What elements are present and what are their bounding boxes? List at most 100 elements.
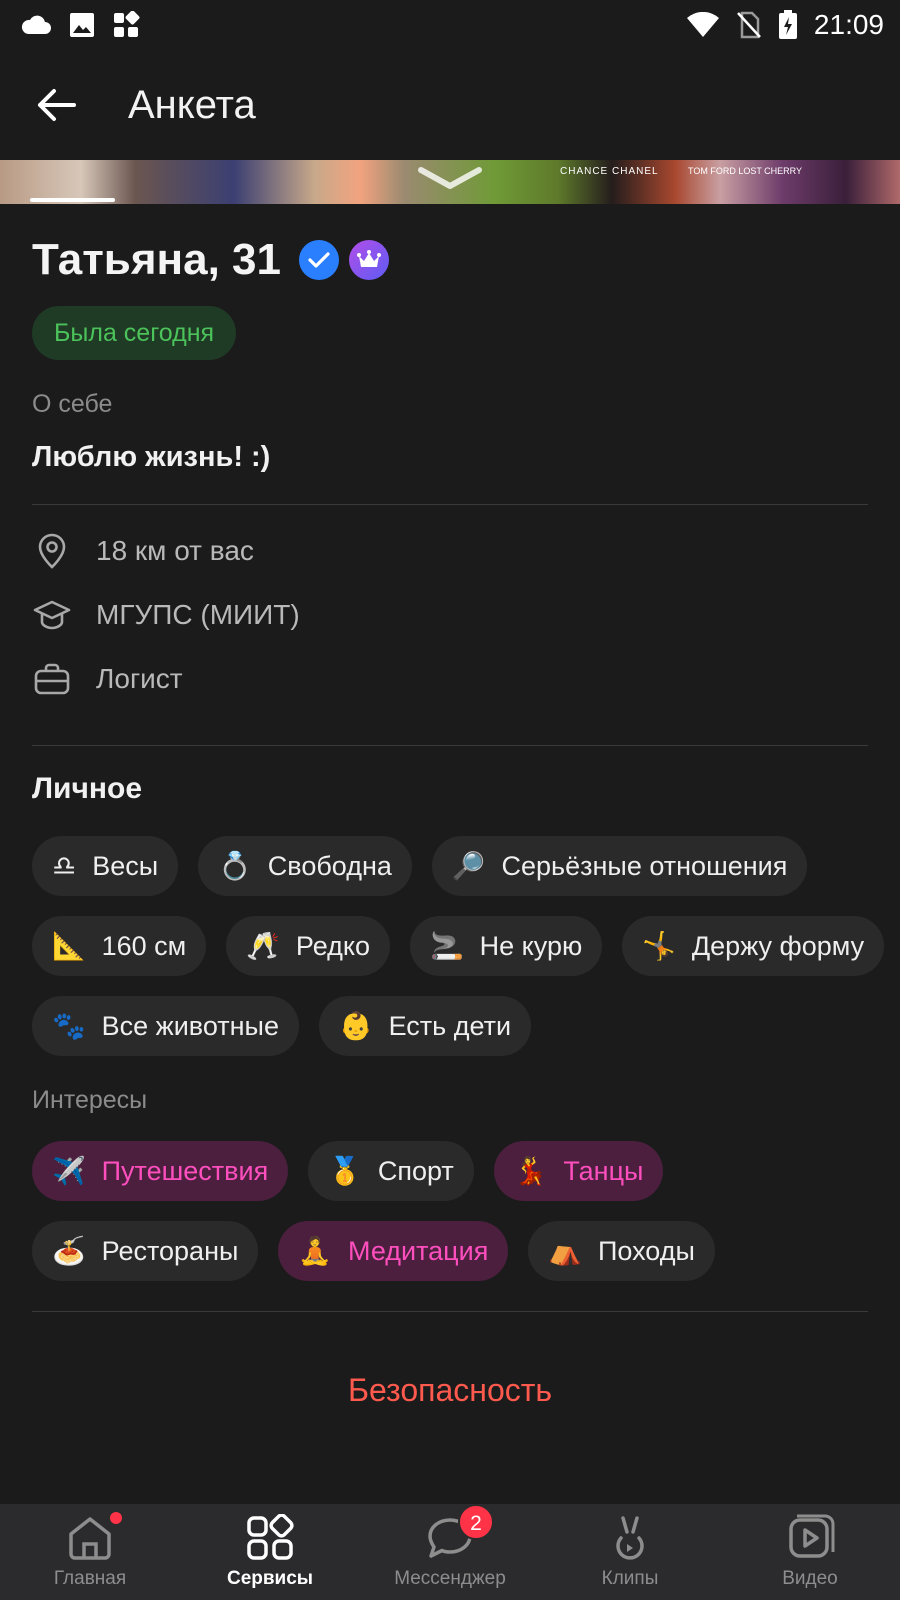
chip-alcohol[interactable]: 🥂 Редко [226, 916, 391, 976]
tab-label: Сервисы [226, 1568, 314, 1589]
clips-icon [616, 1516, 644, 1560]
online-status-badge: Была сегодня [32, 306, 237, 360]
verified-check-icon[interactable] [298, 240, 339, 280]
tab-label: Главная [53, 1568, 127, 1589]
personal-chips: ♎ Весы 💍 Свободна 🔎 Серьёзные отношения 📐 16… [32, 836, 892, 1056]
chip-fitness[interactable]: 🤸 Держу форму [622, 916, 885, 976]
chip-interest-sport[interactable]: 🥇 Спорт [308, 1141, 474, 1201]
chip-label: Редко [295, 930, 371, 961]
back-button[interactable] [26, 75, 86, 135]
graduation-cap-icon [32, 599, 72, 631]
magnifier-icon: 🔎 [451, 851, 486, 882]
divider [32, 504, 868, 505]
chip-label: Свободна [267, 850, 392, 881]
chip-children[interactable]: 👶 Есть дети [318, 996, 532, 1056]
name-row: Татьяна, 31 [32, 232, 868, 288]
video-icon [789, 1514, 835, 1558]
chevron-down-icon[interactable] [415, 164, 485, 194]
chip-label: Весы [92, 850, 159, 881]
tab-messenger[interactable]: 2 Мессенджер [360, 1504, 540, 1600]
status-bar: 21:09 [0, 0, 900, 50]
medal-icon: 🥇 [328, 1156, 362, 1187]
chip-looking-for[interactable]: 🔎 Серьёзные отношения [431, 836, 808, 896]
divider [32, 1311, 868, 1312]
info-row-education: МГУПС (МИИТ) [32, 583, 868, 647]
tab-label: Клипы [601, 1568, 659, 1589]
chip-label: Путешествия [101, 1155, 269, 1186]
chip-interest-travel[interactable]: ✈️ Путешествия [32, 1141, 289, 1201]
image-icon [68, 11, 96, 39]
briefcase-icon [32, 663, 72, 695]
photo-progress-indicator [30, 198, 115, 202]
chip-label: Медитация [348, 1235, 489, 1266]
ring-icon: 💍 [218, 851, 252, 882]
info-row-distance: 18 км от вас [32, 519, 868, 583]
baby-icon: 👶 [338, 1011, 373, 1042]
photo-brand-text-2: TOM FORD LOST CHERRY [688, 166, 803, 176]
info-text: Логист [96, 663, 183, 694]
battery-charging-icon [778, 10, 798, 40]
exercise-icon: 🤸 [642, 931, 676, 962]
tab-label: Видео [782, 1568, 838, 1589]
chip-label: Серьёзные отношения [501, 850, 788, 881]
chip-zodiac[interactable]: ♎ Весы [32, 836, 179, 896]
ruler-icon: 📐 [52, 931, 86, 962]
chip-label: Есть дети [388, 1010, 512, 1041]
info-text: МГУПС (МИИТ) [96, 599, 300, 630]
photo-brand-text-1: CHANCE CHANEL [560, 166, 659, 177]
chip-relationship-status[interactable]: 💍 Свободна [198, 836, 412, 896]
divider [32, 745, 868, 746]
chip-label: Рестораны [101, 1235, 239, 1266]
chip-label: Танцы [563, 1155, 644, 1186]
chip-label: Не курю [479, 930, 583, 961]
chip-label: Держу форму [691, 930, 865, 961]
home-icon [69, 1517, 111, 1560]
paw-icon: 🐾 [52, 1011, 86, 1042]
page-title: Анкета [128, 82, 256, 127]
safety-button[interactable]: Безопасность [32, 1372, 868, 1409]
profile-photo[interactable]: CHANCE CHANEL TOM FORD LOST CHERRY [0, 160, 900, 204]
chip-label: Все животные [101, 1010, 279, 1041]
profile-name: Татьяна, 31 [32, 235, 281, 284]
chip-height[interactable]: 📐 160 см [32, 916, 207, 976]
info-text: 18 км от вас [96, 535, 254, 566]
chip-pets[interactable]: 🐾 Все животные [32, 996, 299, 1056]
profile-content: Татьяна, 31 Была сегодня О себе Люблю жи… [32, 204, 885, 1409]
tab-home[interactable]: Главная [0, 1504, 180, 1600]
glasses-icon: 🥂 [246, 931, 280, 962]
chip-smoking[interactable]: 🚬 Не курю [410, 916, 603, 976]
arrow-left-icon [38, 89, 76, 121]
notification-dot [110, 1512, 122, 1524]
tab-label: Мессенджер [394, 1568, 506, 1589]
no-sim-icon [736, 11, 762, 39]
chip-interest-hiking[interactable]: ⛺ Походы [528, 1221, 715, 1281]
chip-label: Походы [597, 1235, 695, 1266]
chip-interest-restaurants[interactable]: 🍝 Рестораны [32, 1221, 259, 1281]
info-list: 18 км от вас МГУПС (МИИТ) Логист [32, 519, 868, 711]
message-count-badge: 2 [458, 1504, 494, 1540]
about-label: О себе [32, 390, 113, 418]
tab-video[interactable]: Видео [720, 1504, 900, 1600]
cigarette-icon: 🚬 [430, 931, 464, 962]
personal-section-title: Личное [32, 772, 143, 805]
tent-icon: ⛺ [548, 1236, 582, 1267]
info-row-work: Логист [32, 647, 868, 711]
chip-interest-dance[interactable]: 💃 Танцы [493, 1141, 664, 1201]
chip-interest-meditation[interactable]: 🧘 Медитация [278, 1221, 509, 1281]
cloud-icon [20, 14, 52, 36]
zodiac-libra-icon: ♎ [52, 850, 77, 882]
wifi-icon [686, 12, 720, 38]
services-grid-icon [247, 1514, 294, 1560]
crown-icon[interactable] [348, 240, 389, 280]
apps-icon [112, 11, 140, 39]
tab-clips[interactable]: Клипы [540, 1504, 720, 1600]
about-text: Люблю жизнь! :) [32, 441, 271, 473]
bottom-tab-bar: Главная Сервисы 2 Мессенджер Клипы Видео [0, 1504, 900, 1600]
spaghetti-icon: 🍝 [52, 1236, 86, 1267]
app-bar: Анкета [0, 50, 900, 160]
location-pin-icon [32, 533, 72, 569]
interest-chips: ✈️ Путешествия 🥇 Спорт 💃 Танцы 🍝 Рестораны 🧘… [32, 1141, 892, 1281]
tab-services[interactable]: Сервисы [180, 1504, 360, 1600]
interests-label: Интересы [32, 1086, 148, 1114]
status-time: 21:09 [813, 9, 884, 40]
